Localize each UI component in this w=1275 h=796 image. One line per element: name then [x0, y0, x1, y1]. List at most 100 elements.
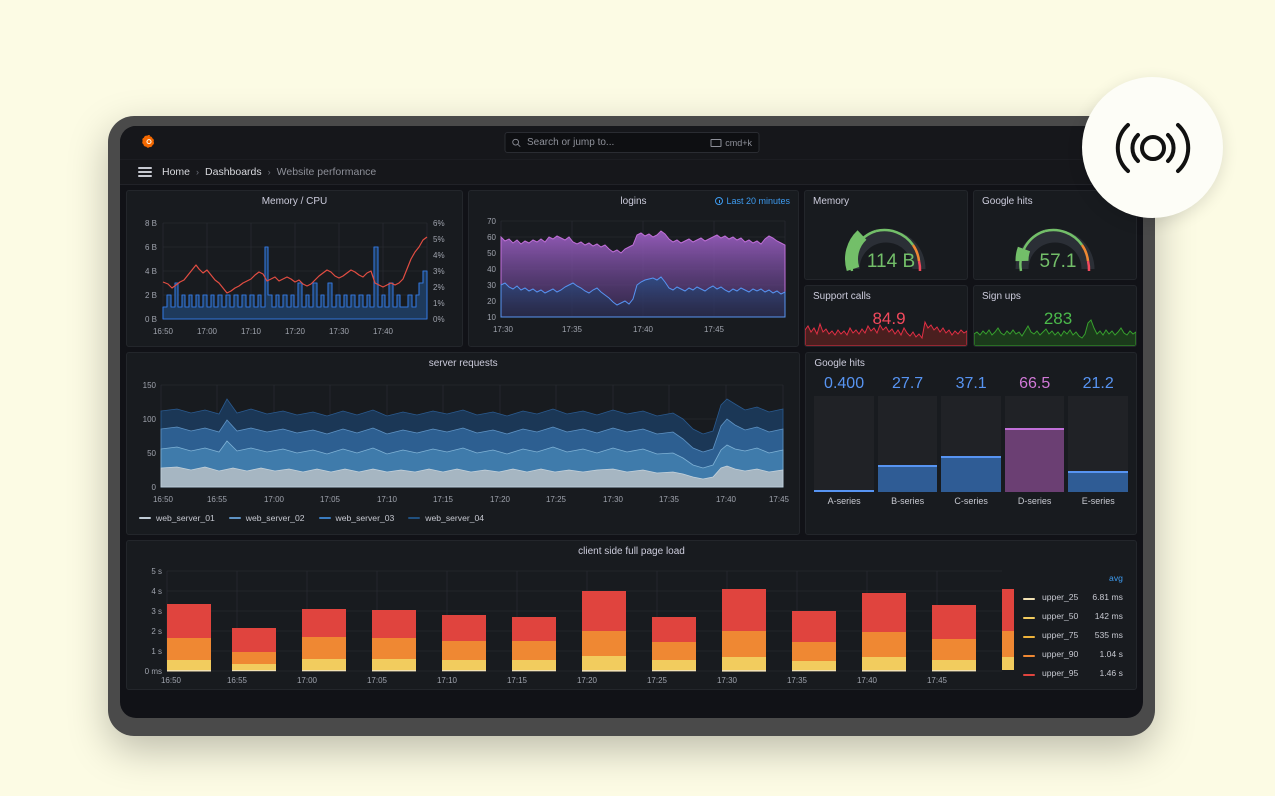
bar-column[interactable]: 21.2 E-series [1068, 375, 1128, 506]
legend-item[interactable]: logins [483, 345, 522, 346]
broadcast-badge [1082, 77, 1223, 218]
panel-title: Google hits [814, 358, 865, 369]
time-range-label: Last 20 minutes [726, 196, 790, 206]
svg-text:0 ms: 0 ms [145, 667, 162, 676]
stacked-bar [512, 617, 556, 672]
svg-text:17:15: 17:15 [507, 676, 528, 684]
svg-text:17:35: 17:35 [659, 495, 680, 504]
svg-text:17:25: 17:25 [546, 495, 567, 504]
bar-value: 27.7 [892, 375, 924, 392]
breadcrumb-item-dashboards[interactable]: Dashboards [205, 166, 262, 178]
stacked-bar [792, 611, 836, 672]
dashboard-row-1: Memory / CPU 8 B 6 B 4 B 2 B 0 B 6% 5% 4… [126, 190, 1137, 347]
legend-item[interactable]: web_server_04 [408, 513, 484, 523]
search-placeholder: Search or jump to... [527, 137, 615, 148]
panel-title: server requests [428, 358, 498, 369]
bar-value: 66.5 [1019, 375, 1051, 392]
panel-title: Memory [813, 196, 850, 207]
panel-page-load[interactable]: client side full page load 5 s 4 s 3 s 2… [126, 540, 1137, 690]
svg-text:2%: 2% [433, 283, 445, 292]
legend-item[interactable]: cpu [417, 345, 448, 346]
breadcrumb-item-home[interactable]: Home [162, 166, 190, 178]
legend-label: cpu [434, 345, 448, 346]
legend-row[interactable]: upper_75 535 ms [1023, 627, 1123, 644]
svg-text:16:50: 16:50 [161, 676, 182, 684]
memory-cpu-chart: 8 B 6 B 4 B 2 B 0 B 6% 5% 4% 3% 2% 1% 0% 16… [145, 219, 445, 336]
panel-memory-gauge[interactable]: Memory 114 B [804, 190, 968, 280]
hamburger-menu-icon[interactable] [138, 167, 152, 177]
legend-color-swatch [1023, 597, 1035, 601]
legend-label: web_server_04 [425, 513, 485, 523]
time-range-picker[interactable]: Last 20 minutes [715, 196, 790, 206]
bar-track [814, 396, 874, 492]
panel-google-hits-bars[interactable]: Google hits 0.400 A-series 27.7 B-series [805, 352, 1137, 535]
legend-value: 1.04 s [1099, 649, 1123, 660]
svg-text:17:40: 17:40 [633, 325, 654, 334]
keyboard-icon [710, 138, 722, 147]
legend-value: 1.46 s [1099, 668, 1123, 679]
grafana-logo-icon[interactable] [140, 133, 158, 151]
memory-gauge: 114 B [845, 228, 926, 272]
legend-color-swatch [228, 516, 241, 520]
panel-server-requests[interactable]: server requests 150 100 50 0 16:50 16:55… [126, 352, 801, 535]
svg-text:8 B: 8 B [145, 219, 157, 228]
google-hits-bar-chart: 0.400 A-series 27.7 B-series 37.1 C-seri… [806, 375, 1136, 506]
bar-column[interactable]: 37.1 C-series [941, 375, 1001, 506]
bar-value: 0.400 [824, 375, 865, 392]
legend-color-swatch [1023, 654, 1035, 658]
svg-text:16:50: 16:50 [153, 495, 174, 504]
bar-column[interactable]: 27.7 B-series [877, 375, 938, 506]
svg-text:4%: 4% [433, 251, 445, 260]
legend-item[interactable]: web_server_01 [139, 513, 215, 523]
svg-text:17:05: 17:05 [320, 495, 341, 504]
bar-column[interactable]: 0.400 A-series [814, 375, 874, 506]
bar-column[interactable]: 66.5 D-series [1004, 375, 1065, 506]
svg-text:60: 60 [487, 233, 496, 242]
search-input[interactable]: Search or jump to... cmd+k [504, 132, 759, 153]
legend-label: upper_90 [1042, 649, 1079, 660]
svg-text:16:55: 16:55 [207, 495, 228, 504]
svg-text:17:20: 17:20 [577, 676, 598, 684]
svg-text:10: 10 [487, 313, 496, 322]
breadcrumb-separator: › [196, 167, 200, 177]
stacked-bar [372, 610, 416, 672]
stacked-bar [932, 605, 976, 672]
svg-text:17:30: 17:30 [493, 325, 514, 334]
svg-text:100: 100 [143, 415, 157, 424]
panel-sign-ups[interactable]: Sign ups 283 [973, 285, 1137, 347]
legend-row[interactable]: upper_90 1.04 s [1023, 646, 1123, 663]
legend-row[interactable]: upper_95 1.46 s [1023, 665, 1123, 682]
legend-row[interactable]: upper_50 142 ms [1023, 608, 1123, 625]
svg-text:4 B: 4 B [145, 267, 157, 276]
panel-memory-cpu[interactable]: Memory / CPU 8 B 6 B 4 B 2 B 0 B 6% 5% 4… [126, 190, 463, 347]
svg-text:17:00: 17:00 [264, 495, 285, 504]
svg-text:17:15: 17:15 [433, 495, 454, 504]
stacked-bar [302, 609, 346, 672]
legend-row[interactable]: upper_25 6.81 ms [1023, 589, 1123, 606]
legend-label: upper_75 [1042, 630, 1079, 641]
svg-text:17:10: 17:10 [241, 327, 262, 336]
breadcrumb: Home › Dashboards › Website performance [162, 166, 376, 178]
panel-logins[interactable]: logins Last 20 minutes 70 60 50 40 30 20… [467, 190, 799, 347]
top-navbar: Search or jump to... cmd+k [120, 126, 1143, 160]
bar-value: 21.2 [1082, 375, 1114, 392]
legend-item[interactable]: memory [141, 345, 189, 346]
legend-color-swatch [139, 516, 151, 520]
dashboard-row-2: server requests 150 100 50 0 16:50 16:55… [126, 352, 1137, 535]
legend-server-requests: web_server_01 web_server_02 web_server_0… [127, 513, 799, 523]
bar-fill [877, 465, 938, 492]
svg-text:17:40: 17:40 [716, 495, 737, 504]
legend-color-swatch [318, 516, 331, 520]
stats-cluster: Memory 114 B Google hits 57.1 Support ca… [804, 190, 1137, 347]
svg-text:30: 30 [487, 281, 496, 290]
legend-item[interactable]: logins (-1 hour) [538, 345, 613, 346]
svg-text:6 B: 6 B [145, 243, 157, 252]
stacked-bar [862, 593, 906, 672]
panel-support-calls[interactable]: Support calls 84.9 [804, 285, 968, 347]
legend-item[interactable]: web_server_03 [318, 513, 394, 523]
server-requests-chart: 150 100 50 0 16:50 16:55 17:00 17:05 17:… [143, 381, 790, 504]
svg-text:16:55: 16:55 [227, 676, 248, 684]
stacked-bar [652, 617, 696, 672]
breadcrumb-item-current: Website performance [276, 166, 377, 178]
legend-item[interactable]: web_server_02 [228, 513, 305, 523]
